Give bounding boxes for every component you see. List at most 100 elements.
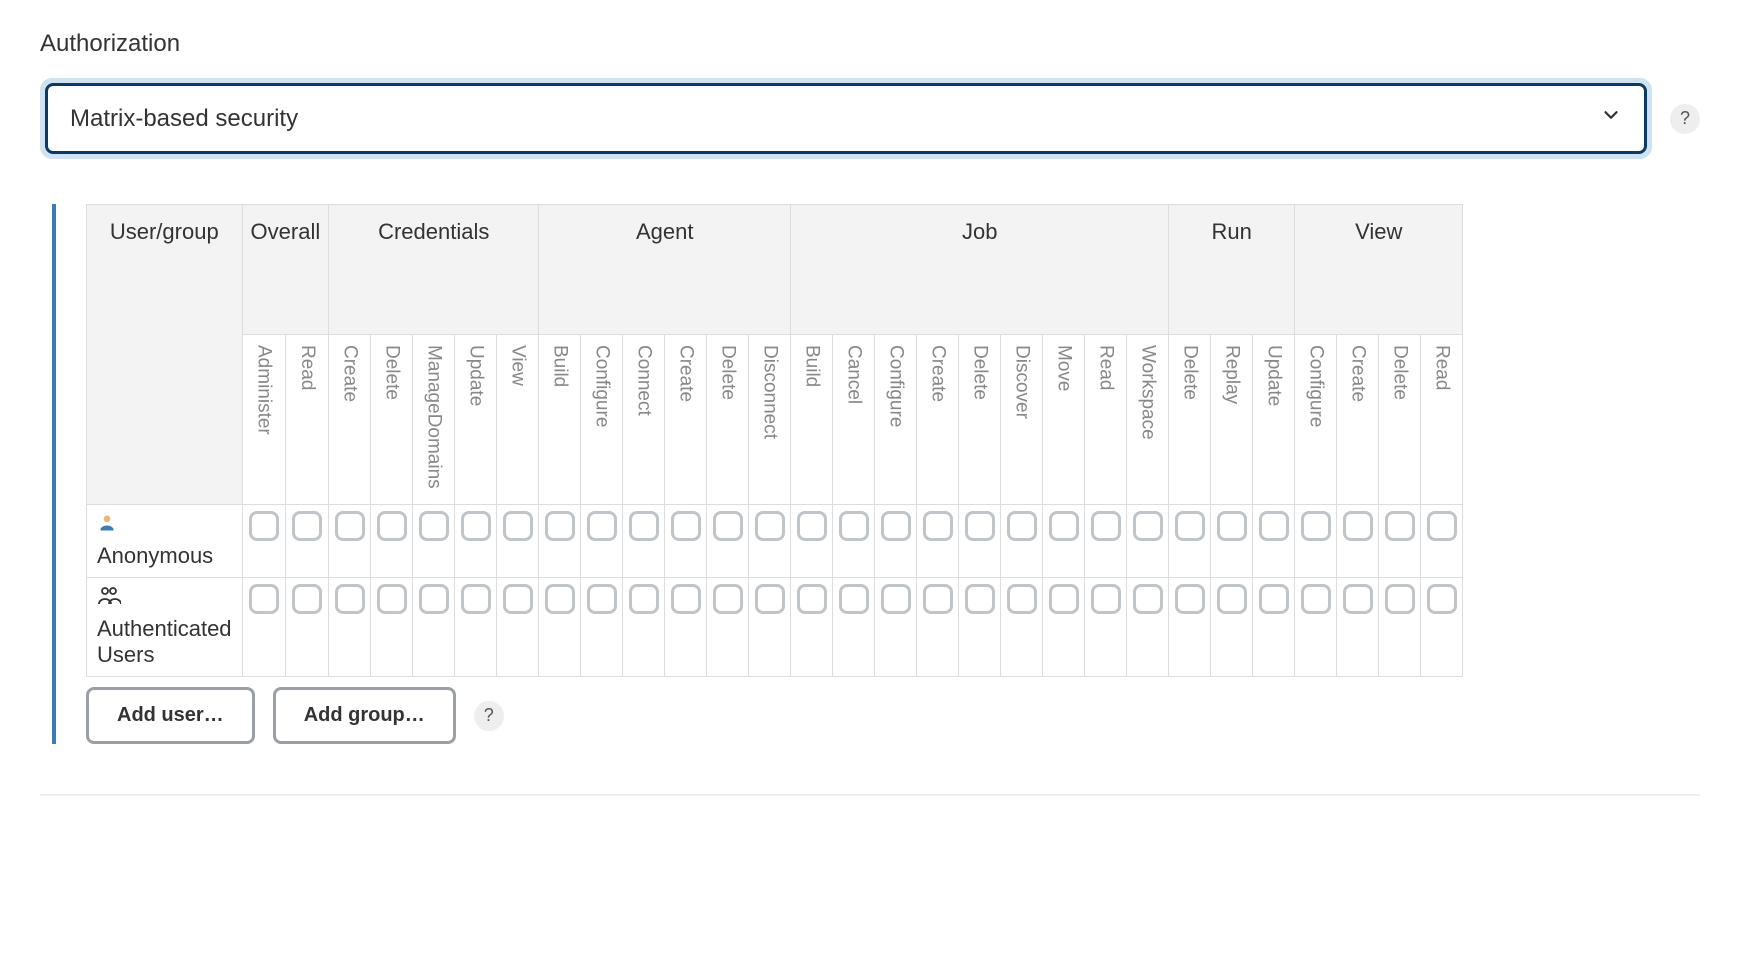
perm-label: Create <box>927 339 949 402</box>
permission-checkbox[interactable] <box>881 584 911 614</box>
permission-checkbox[interactable] <box>587 511 617 541</box>
perm-header-job-cancel: Cancel <box>833 335 875 505</box>
perm-header-credentials-delete: Delete <box>371 335 413 505</box>
authorization-dropdown-row: Matrix-based security ? <box>40 78 1700 159</box>
permission-checkbox[interactable] <box>1343 584 1373 614</box>
permission-checkbox[interactable] <box>1301 511 1331 541</box>
add-user-button[interactable]: Add user… <box>86 687 255 744</box>
permission-checkbox[interactable] <box>1217 584 1247 614</box>
permission-checkbox[interactable] <box>839 511 869 541</box>
permission-checkbox[interactable] <box>1091 511 1121 541</box>
permission-cell <box>455 578 497 677</box>
permission-checkbox[interactable] <box>1175 584 1205 614</box>
permission-checkbox[interactable] <box>461 511 491 541</box>
permission-cell <box>285 505 328 578</box>
permission-checkbox[interactable] <box>503 584 533 614</box>
perm-header-view-create: Create <box>1337 335 1379 505</box>
permission-cell <box>959 578 1001 677</box>
permission-cell <box>1085 578 1127 677</box>
perm-header-job-workspace: Workspace <box>1127 335 1169 505</box>
permission-checkbox[interactable] <box>797 511 827 541</box>
permission-checkbox[interactable] <box>1133 584 1163 614</box>
permission-checkbox[interactable] <box>1007 511 1037 541</box>
permission-checkbox[interactable] <box>755 511 785 541</box>
authorization-dropdown-focus-ring: Matrix-based security <box>40 78 1652 159</box>
permission-checkbox[interactable] <box>965 584 995 614</box>
permission-cell <box>1001 505 1043 578</box>
permission-checkbox[interactable] <box>923 584 953 614</box>
permission-checkbox[interactable] <box>249 584 279 614</box>
permission-checkbox[interactable] <box>881 511 911 541</box>
permission-checkbox[interactable] <box>671 584 701 614</box>
chevron-down-icon <box>1600 104 1622 133</box>
perm-header-view-configure: Configure <box>1295 335 1337 505</box>
section-indicator-bar <box>52 204 56 744</box>
permission-checkbox[interactable] <box>713 584 743 614</box>
permission-checkbox[interactable] <box>629 511 659 541</box>
permission-checkbox[interactable] <box>1343 511 1373 541</box>
permission-cell <box>1253 578 1295 677</box>
permission-checkbox[interactable] <box>335 511 365 541</box>
matrix-body: AnonymousAuthenticated Users <box>87 505 1463 677</box>
permission-cell <box>371 578 413 677</box>
permission-checkbox[interactable] <box>797 584 827 614</box>
permission-checkbox[interactable] <box>839 584 869 614</box>
perm-label: Move <box>1053 339 1075 391</box>
permission-checkbox[interactable] <box>1259 584 1289 614</box>
permission-cell <box>242 578 285 677</box>
permission-checkbox[interactable] <box>755 584 785 614</box>
permission-cell <box>1169 578 1211 677</box>
perm-label: Workspace <box>1137 339 1159 440</box>
permission-checkbox[interactable] <box>1427 511 1457 541</box>
permission-checkbox[interactable] <box>1091 584 1121 614</box>
permission-cell <box>1421 578 1463 677</box>
permission-checkbox[interactable] <box>503 511 533 541</box>
permission-checkbox[interactable] <box>377 511 407 541</box>
permission-cell <box>749 505 791 578</box>
permission-cell <box>539 505 581 578</box>
permission-checkbox[interactable] <box>419 584 449 614</box>
permission-checkbox[interactable] <box>461 584 491 614</box>
permission-checkbox[interactable] <box>1049 511 1079 541</box>
permission-checkbox[interactable] <box>1259 511 1289 541</box>
permission-checkbox[interactable] <box>629 584 659 614</box>
help-button-authorization[interactable]: ? <box>1670 104 1700 134</box>
perm-label: Configure <box>591 339 613 427</box>
permission-checkbox[interactable] <box>923 511 953 541</box>
permission-checkbox[interactable] <box>1385 584 1415 614</box>
add-group-button[interactable]: Add group… <box>273 687 456 744</box>
perm-label: Update <box>465 339 487 406</box>
permission-checkbox[interactable] <box>377 584 407 614</box>
help-button-matrix[interactable]: ? <box>474 701 504 731</box>
perm-header-job-configure: Configure <box>875 335 917 505</box>
permission-checkbox[interactable] <box>545 511 575 541</box>
permission-cell <box>1211 505 1253 578</box>
permission-checkbox[interactable] <box>1427 584 1457 614</box>
authorization-dropdown[interactable]: Matrix-based security <box>45 83 1647 154</box>
perm-label: Build <box>801 339 823 387</box>
group-header-job: Job <box>791 205 1169 335</box>
permission-checkbox[interactable] <box>1049 584 1079 614</box>
permission-checkbox[interactable] <box>965 511 995 541</box>
permission-checkbox[interactable] <box>1007 584 1037 614</box>
perm-label: Delete <box>969 339 991 400</box>
permission-checkbox[interactable] <box>1133 511 1163 541</box>
perm-label: Create <box>339 339 361 402</box>
permission-checkbox[interactable] <box>292 511 322 541</box>
perm-header-agent-configure: Configure <box>581 335 623 505</box>
perm-label: Update <box>1263 339 1285 406</box>
permission-checkbox[interactable] <box>713 511 743 541</box>
permission-checkbox[interactable] <box>249 511 279 541</box>
permission-checkbox[interactable] <box>419 511 449 541</box>
perm-header-job-build: Build <box>791 335 833 505</box>
perm-label: Replay <box>1221 339 1243 404</box>
permission-checkbox[interactable] <box>671 511 701 541</box>
permission-checkbox[interactable] <box>1301 584 1331 614</box>
permission-checkbox[interactable] <box>335 584 365 614</box>
permission-checkbox[interactable] <box>292 584 322 614</box>
permission-checkbox[interactable] <box>545 584 575 614</box>
permission-checkbox[interactable] <box>1217 511 1247 541</box>
permission-checkbox[interactable] <box>587 584 617 614</box>
permission-checkbox[interactable] <box>1385 511 1415 541</box>
permission-checkbox[interactable] <box>1175 511 1205 541</box>
